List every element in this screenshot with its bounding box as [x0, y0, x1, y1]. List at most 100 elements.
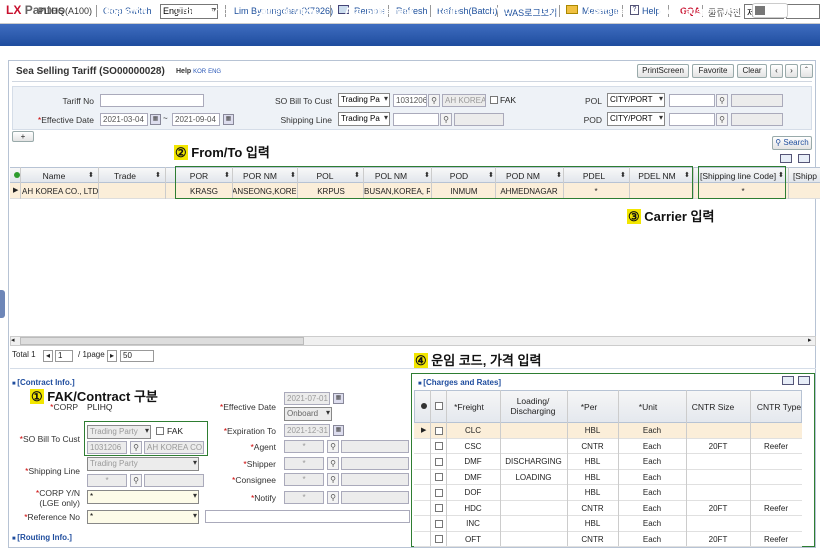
reference-no-input[interactable] — [205, 510, 410, 523]
shipping-line-code-input[interactable]: * — [87, 474, 127, 487]
agent-code-input[interactable]: * — [284, 440, 324, 453]
settings-icon[interactable] — [798, 154, 810, 163]
menu-toggle[interactable] — [752, 3, 788, 18]
shipping-line-name-input[interactable] — [454, 113, 504, 126]
cell-freight[interactable]: CSC — [446, 442, 500, 451]
cell-cntr-size[interactable]: 20FT — [686, 535, 750, 544]
col-cntr-size[interactable]: CNTR Size — [686, 402, 740, 412]
prev-arrow-button[interactable]: ‹ — [770, 64, 783, 78]
cell-freight[interactable]: HDC — [446, 504, 500, 513]
cell-per[interactable]: CNTR — [567, 442, 618, 451]
col-unit[interactable]: *Unit — [620, 402, 676, 412]
so-bill-code-input[interactable]: 1031206 — [393, 94, 427, 107]
cell-freight[interactable]: INC — [446, 519, 500, 528]
page-select[interactable]: 1 — [55, 350, 73, 362]
row-checkbox[interactable] — [435, 519, 443, 528]
cell-per[interactable]: CNTR — [567, 535, 618, 544]
corp-yn-select[interactable]: * — [87, 490, 199, 504]
col-freight[interactable]: *Freight — [446, 402, 492, 412]
pod-code-input[interactable] — [669, 113, 715, 126]
search-icon[interactable]: ⚲ — [327, 440, 339, 453]
cell-per[interactable]: HBL — [567, 426, 618, 435]
row-checkbox[interactable] — [435, 488, 443, 497]
nav-order-mgmt[interactable]: Order Mgmt. — [175, 6, 229, 16]
agent-name-input[interactable] — [341, 440, 409, 453]
search-icon[interactable]: ⚲ — [716, 113, 728, 126]
effective-to-input[interactable]: 2021-09-04 — [172, 113, 220, 126]
consignee-code-input[interactable]: * — [284, 473, 324, 486]
shipping-line-code-input[interactable] — [393, 113, 439, 126]
cell-freight[interactable]: OFT — [446, 535, 500, 544]
calendar-icon[interactable]: ▦ — [223, 114, 234, 125]
cell-unit[interactable]: Each — [618, 473, 686, 482]
clear-button[interactable]: Clear — [737, 64, 767, 78]
cell-cntr-type[interactable]: Reefer — [750, 535, 802, 544]
search-icon[interactable]: ⚲ — [130, 441, 142, 454]
shipper-code-input[interactable]: * — [284, 457, 324, 470]
cell-cntr-type[interactable]: Reefer — [750, 504, 802, 513]
expand-filter-button[interactable]: + — [12, 131, 34, 142]
nav-container[interactable]: Container — [587, 6, 629, 16]
so-bill-name-input[interactable]: AH KOREA — [442, 94, 486, 107]
col-name[interactable]: Name — [22, 171, 86, 181]
calendar-icon[interactable]: ▦ — [333, 393, 344, 404]
cell-unit[interactable]: Each — [618, 442, 686, 451]
page-help[interactable]: Help KOR ENG — [176, 68, 221, 75]
cell-freight[interactable]: DMF — [446, 457, 500, 466]
prev-page-button[interactable]: ◂ — [43, 350, 54, 362]
cell-unit[interactable]: Each — [618, 504, 686, 513]
row-checkbox[interactable] — [435, 442, 443, 450]
col-shipping-line-name[interactable]: [Shipp — [790, 171, 820, 181]
pol-name-input[interactable] — [731, 94, 783, 107]
side-collapse-handle[interactable] — [0, 290, 5, 318]
cell-unit[interactable]: Each — [618, 519, 686, 528]
effective-from-input[interactable]: 2021-03-04 — [100, 113, 148, 126]
print-screen-button[interactable]: PrintScreen — [637, 64, 689, 78]
cell-freight[interactable]: DMF — [446, 473, 500, 482]
search-icon[interactable]: ⚲ — [327, 491, 339, 504]
favorite-button[interactable]: Favorite — [692, 64, 734, 78]
settings-icon[interactable] — [798, 376, 810, 385]
cell-unit[interactable]: Each — [618, 488, 686, 497]
search-icon[interactable]: ⚲ — [428, 94, 440, 107]
export-icon[interactable] — [780, 154, 792, 163]
scroll-left-icon[interactable]: ◂ — [11, 336, 15, 344]
search-icon[interactable]: ⚲ — [716, 94, 728, 107]
consignee-name-input[interactable] — [341, 473, 409, 486]
pol-code-input[interactable] — [669, 94, 715, 107]
reference-no-select[interactable]: * — [87, 510, 199, 524]
cell-loading-discharging[interactable]: DISCHARGING — [500, 457, 567, 466]
row-checkbox[interactable] — [435, 457, 443, 466]
cell-unit[interactable]: Each — [618, 426, 686, 435]
cell-per[interactable]: HBL — [567, 457, 618, 466]
cell-per[interactable]: HBL — [567, 473, 618, 482]
pod-name-input[interactable] — [731, 113, 783, 126]
shipper-name-input[interactable] — [341, 457, 409, 470]
nav-cc[interactable]: CC — [543, 6, 556, 16]
pol-type-select[interactable]: CITY/PORT — [607, 93, 665, 107]
so-bill-code-input[interactable]: 1031206 — [87, 441, 127, 454]
cell-cntr-type[interactable]: Reefer — [750, 442, 802, 451]
notify-name-input[interactable] — [341, 491, 409, 504]
cell-freight[interactable]: DOF — [446, 488, 500, 497]
select-all-checkbox[interactable] — [435, 402, 443, 410]
calendar-icon[interactable]: ▦ — [333, 425, 344, 436]
cell-unit[interactable]: Each — [618, 457, 686, 466]
nav-logistic-mgmt[interactable]: Logistic Mgmt. — [256, 6, 320, 16]
shipping-line-name-input[interactable] — [144, 474, 204, 487]
row-checkbox[interactable] — [435, 535, 443, 543]
cell-cntr-size[interactable]: 20FT — [686, 504, 750, 513]
tariff-no-input[interactable] — [100, 94, 204, 107]
cell-name[interactable]: AH KOREA CO., LTD — [22, 187, 98, 196]
so-bill-type-select[interactable]: Trading Pa — [338, 93, 390, 107]
row-checkbox[interactable] — [435, 473, 443, 481]
scrollbar-thumb[interactable] — [20, 337, 304, 345]
export-icon[interactable] — [782, 376, 794, 385]
expiration-date-input[interactable]: 2021-12-31 — [284, 424, 330, 437]
nav-rail-transportation[interactable]: Rail Transportation — [658, 6, 740, 16]
next-page-button[interactable]: ▸ — [107, 350, 118, 362]
nav-fwd[interactable]: FWD — [491, 6, 512, 16]
page-size-select[interactable]: 50 — [120, 350, 154, 362]
cell-unit[interactable]: Each — [618, 535, 686, 544]
search-icon[interactable]: ⚲ — [130, 474, 142, 487]
